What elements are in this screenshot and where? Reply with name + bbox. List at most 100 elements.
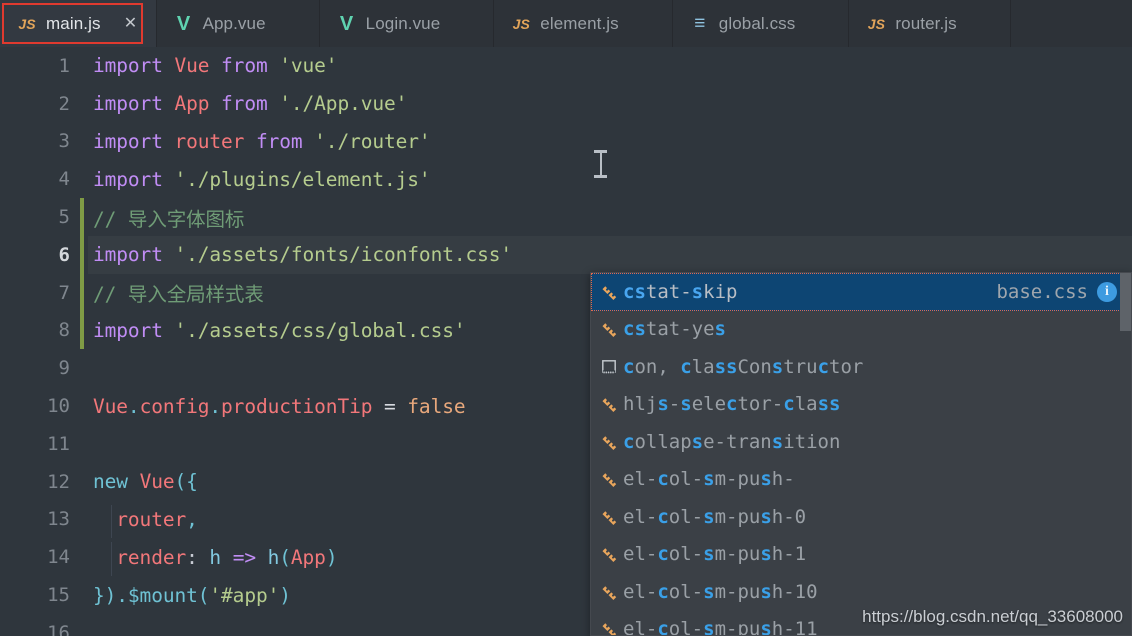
gutter-spacer <box>70 614 88 636</box>
line-number: 7 <box>58 281 70 304</box>
css-class-icon <box>597 433 621 451</box>
autocomplete-scrollbar[interactable] <box>1120 273 1131 635</box>
editor-tab-label: App.vue <box>202 13 266 33</box>
line-number: 15 <box>47 584 70 607</box>
indent-guide <box>111 504 112 539</box>
gutter-spacer <box>70 463 88 501</box>
js-file-icon: JS <box>867 15 886 32</box>
gutter-spacer <box>70 387 88 425</box>
gutter-spacer <box>70 425 88 463</box>
code-line-text: import Vue from 'vue' <box>93 54 338 78</box>
autocomplete-item-source-file: base.css <box>996 280 1088 303</box>
info-icon[interactable]: i <box>1097 281 1117 302</box>
editor-tab-global-css[interactable]: ≡ global.css <box>672 0 850 47</box>
css-file-icon: ≡ <box>694 13 706 34</box>
css-class-icon <box>597 395 621 413</box>
autocomplete-item[interactable]: el-col-sm-push-0 <box>591 498 1131 536</box>
gutter-spacer <box>70 85 88 123</box>
module-icon <box>597 358 621 376</box>
css-class-icon <box>597 508 621 526</box>
autocomplete-item-label: el-col-sm-push- <box>623 468 795 491</box>
autocomplete-item-label: el-col-sm-push-11 <box>623 618 818 636</box>
autocomplete-item-label: cstat-yes <box>623 318 726 341</box>
code-line[interactable]: 5 // 导入字体图标 <box>0 198 1132 236</box>
autocomplete-item[interactable]: el-col-sm-push- <box>591 461 1131 499</box>
code-line[interactable]: 3 import router from './router' <box>0 123 1132 161</box>
editor-tab-main-js[interactable]: JS main.js ✕ <box>0 0 157 47</box>
js-file-icon: JS <box>512 15 530 32</box>
css-class-icon <box>597 620 621 635</box>
vue-file-icon: V <box>176 12 191 35</box>
gutter-spacer <box>70 123 88 161</box>
line-number: 14 <box>47 546 70 569</box>
line-number: 11 <box>47 432 70 455</box>
line-number: 6 <box>58 243 70 266</box>
autocomplete-item-label: con, classConstructor <box>623 355 864 378</box>
vue-file-icon: V <box>339 12 354 35</box>
code-line-text: import './plugins/element.js' <box>93 167 431 191</box>
line-number: 12 <box>47 470 70 493</box>
line-number: 13 <box>47 508 70 531</box>
css-class-icon <box>597 470 621 488</box>
code-line[interactable]: 4 import './plugins/element.js' <box>0 160 1132 198</box>
line-number: 4 <box>58 168 70 191</box>
autocomplete-suggestion-popup[interactable]: cstat-skip base.css i cstat-yes con, classCo… <box>590 272 1132 636</box>
gutter-spacer <box>70 576 88 614</box>
git-modified-gutter-bar <box>70 311 88 350</box>
code-line[interactable]: 2 import App from './App.vue' <box>0 85 1132 123</box>
line-number: 2 <box>58 92 70 115</box>
js-file-icon: JS <box>18 15 36 32</box>
ibeam-mouse-cursor <box>594 150 607 178</box>
gutter-spacer <box>70 501 88 539</box>
autocomplete-item-label: el-col-sm-push-1 <box>623 543 807 566</box>
autocomplete-scrollbar-thumb[interactable] <box>1120 273 1131 331</box>
line-number: 16 <box>47 621 70 636</box>
css-class-icon <box>597 320 621 338</box>
editor-tab-label: main.js <box>46 13 101 33</box>
git-modified-gutter-bar <box>70 198 88 236</box>
autocomplete-item[interactable]: el-col-sm-push-10 <box>591 573 1131 611</box>
css-class-icon <box>597 583 621 601</box>
line-number: 1 <box>58 54 70 77</box>
code-line[interactable]: 6 import './assets/fonts/iconfont.css' <box>0 236 1132 274</box>
editor-tab-label: global.css <box>718 13 796 33</box>
editor-tab-element-js[interactable]: JS element.js <box>494 0 673 47</box>
line-number: 10 <box>47 395 70 418</box>
autocomplete-item[interactable]: collapse-transition <box>591 423 1131 461</box>
editor-tab-label: router.js <box>895 13 957 33</box>
gutter-spacer <box>70 349 88 387</box>
autocomplete-item-detail-group: base.css i <box>996 281 1131 303</box>
autocomplete-item-label: cstat-skip <box>623 280 738 303</box>
css-class-icon <box>597 283 621 301</box>
git-modified-gutter-bar <box>70 273 88 312</box>
code-line-text: import './assets/fonts/iconfont.css' <box>93 243 513 267</box>
editor-tab-label: Login.vue <box>365 13 441 33</box>
autocomplete-item[interactable]: con, classConstructor <box>591 348 1131 386</box>
autocomplete-item-label: collapse-transition <box>623 430 841 453</box>
editor-tab-label: element.js <box>540 13 619 33</box>
watermark-url: https://blog.csdn.net/qq_33608000 <box>862 607 1123 626</box>
code-line-text: import App from './App.vue' <box>93 92 408 116</box>
autocomplete-item[interactable]: hljs-selector-class <box>591 386 1131 424</box>
git-modified-gutter-bar <box>70 236 88 274</box>
autocomplete-item[interactable]: cstat-skip base.css i <box>591 273 1131 311</box>
vscode-window: JS main.js ✕ V App.vue V Login.vue JS element.js… <box>0 0 1132 636</box>
editor-tab-App-vue[interactable]: V App.vue <box>156 0 320 47</box>
autocomplete-item[interactable]: cstat-yes <box>591 311 1131 349</box>
tab-close-icon[interactable]: ✕ <box>124 15 138 32</box>
css-class-icon <box>597 545 621 563</box>
editor-tab-Login-vue[interactable]: V Login.vue <box>319 0 495 47</box>
gutter-spacer <box>70 538 88 576</box>
code-line-text: // 导入字体图标 <box>93 207 245 231</box>
line-number: 3 <box>58 130 70 153</box>
editor-tab-router-js[interactable]: JS router.js <box>849 0 1011 47</box>
code-line-text: import router from './router' <box>93 129 431 153</box>
code-line[interactable]: 1 import Vue from 'vue' <box>0 47 1132 85</box>
autocomplete-item-label: el-col-sm-push-10 <box>623 580 818 603</box>
line-number: 9 <box>58 357 70 380</box>
gutter-spacer <box>70 160 88 198</box>
autocomplete-item[interactable]: el-col-sm-push-1 <box>591 536 1131 574</box>
editor-tab-bar: JS main.js ✕ V App.vue V Login.vue JS element.js… <box>0 0 1132 47</box>
autocomplete-item-label: hljs-selector-class <box>623 393 841 416</box>
gutter-spacer <box>70 47 88 85</box>
